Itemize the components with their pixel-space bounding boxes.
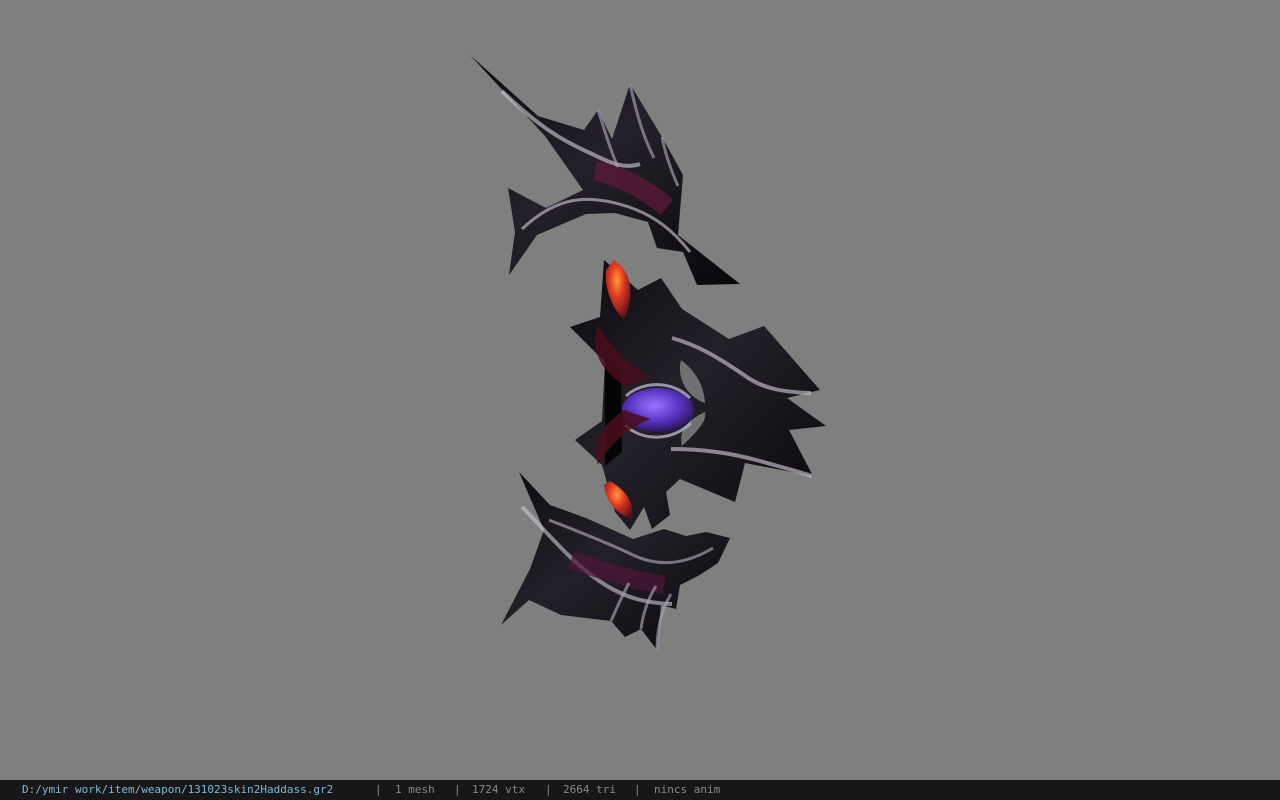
status-separator: | (375, 783, 382, 796)
vertex-count: 1724 vtx (472, 783, 525, 796)
status-separator: | (454, 783, 461, 796)
weapon-model-render (470, 55, 826, 651)
status-bar: D:/ymir work/item/weapon/131023skin2Hadd… (0, 780, 1280, 800)
upper-bow-limb (470, 55, 740, 285)
status-separator: | (634, 783, 641, 796)
mesh-count: 1 mesh (395, 783, 435, 796)
triangle-count: 2664 tri (563, 783, 616, 796)
bow-grip (570, 260, 826, 530)
3d-viewport[interactable] (0, 0, 1280, 780)
status-separator: | (545, 783, 552, 796)
animation-status: nincs anim (654, 783, 721, 796)
model-file-path: D:/ymir work/item/weapon/131023skin2Hadd… (22, 783, 334, 796)
